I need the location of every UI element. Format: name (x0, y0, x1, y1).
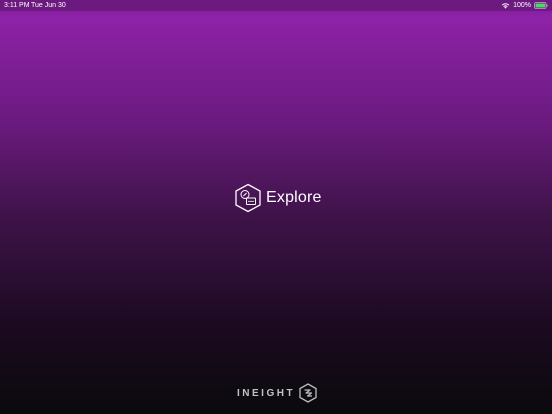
battery-icon (534, 2, 548, 9)
status-date: Tue Jun 30 (31, 2, 66, 9)
app-logo: Explore (234, 183, 322, 213)
wifi-icon (501, 2, 510, 9)
footer-brand: INEIGHT (237, 383, 317, 403)
splash-screen: 3:11 PM Tue Jun 30 100% Explore INEIGHT (0, 0, 552, 414)
battery-percent: 100% (513, 2, 531, 9)
status-bar: 3:11 PM Tue Jun 30 100% (0, 0, 552, 11)
app-name: Explore (266, 189, 322, 206)
ineight-logo-icon (299, 383, 317, 403)
brand-name: INEIGHT (237, 387, 296, 399)
explore-hex-icon (234, 183, 262, 213)
status-time: 3:11 PM (4, 2, 30, 9)
status-indicators: 100% (501, 0, 548, 11)
